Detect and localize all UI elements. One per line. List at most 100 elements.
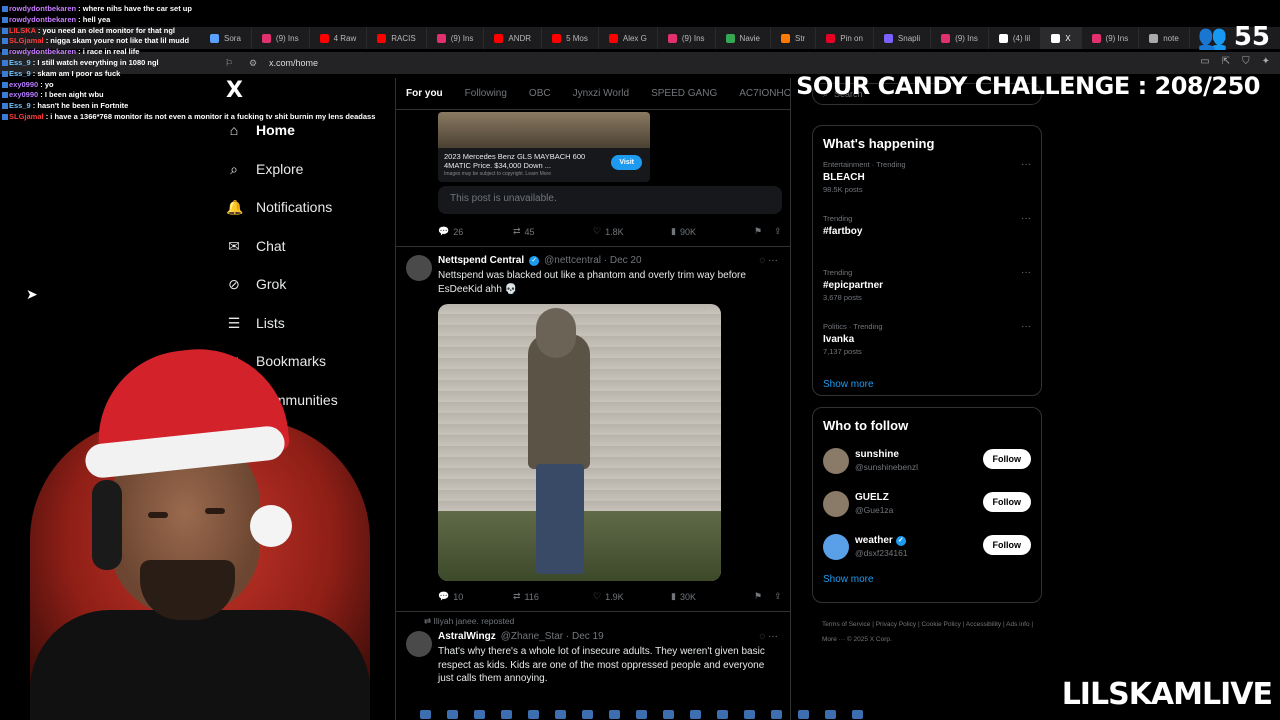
taskbar-app-icon[interactable]: [555, 709, 566, 719]
browser-tab[interactable]: ANDR: [484, 27, 543, 49]
chat-username[interactable]: rowdydontbekaren: [9, 4, 76, 13]
author-name[interactable]: AstralWingz: [438, 631, 496, 642]
ad-visit-button[interactable]: Visit: [611, 155, 642, 170]
chat-username[interactable]: exy0990: [9, 90, 38, 99]
chat-username[interactable]: SLGjamal: [9, 112, 44, 121]
feed-tab[interactable]: SPEED GANG: [651, 88, 717, 99]
taskbar-app-icon[interactable]: [582, 709, 593, 719]
author-handle[interactable]: @nettcentral · Dec 20: [544, 255, 641, 266]
avatar[interactable]: [823, 447, 849, 474]
browser-tab[interactable]: Navie: [716, 27, 771, 49]
share-post-icon[interactable]: ⇪: [774, 226, 782, 237]
avatar[interactable]: [823, 490, 849, 517]
feed-tab[interactable]: Following: [465, 88, 507, 99]
avatar[interactable]: [406, 631, 432, 657]
views-button[interactable]: ▮ 30K: [671, 591, 754, 602]
browser-tab[interactable]: Pin on: [816, 27, 874, 49]
taskbar-app-icon[interactable]: [852, 709, 863, 719]
show-more-link[interactable]: Show more: [813, 568, 1041, 595]
share-icon[interactable]: ⇱: [1222, 56, 1230, 67]
share-post-icon[interactable]: ⇪: [774, 591, 782, 602]
chat-username[interactable]: rowdydontbekaren: [9, 15, 76, 24]
show-more-link[interactable]: Show more: [813, 373, 1041, 400]
more-options-icon[interactable]: ···: [1021, 267, 1031, 278]
feed-tab[interactable]: OBC: [529, 88, 551, 99]
trend-item[interactable]: Entertainment · Trending BLEACH 98.5K post…: [813, 157, 1041, 211]
avatar[interactable]: [823, 533, 849, 560]
author-handle[interactable]: @Zhane_Star · Dec 19: [501, 631, 604, 642]
ad-card[interactable]: 2023 Mercedes Benz GLS MAYBACH 600 4MATI…: [438, 148, 650, 182]
follow-suggestion[interactable]: weather ✓ @dsxf234161 Follow: [813, 525, 1041, 568]
repost-button[interactable]: ⇄ 116: [513, 591, 593, 602]
trend-item[interactable]: Trending #epicpartner 3,678 posts ···: [813, 265, 1041, 319]
follow-suggestion[interactable]: GUELZ @Gue1za Follow: [813, 482, 1041, 525]
shield-icon[interactable]: ⛉: [1242, 56, 1250, 67]
taskbar-app-icon[interactable]: [798, 709, 809, 719]
reply-button[interactable]: 💬 26: [438, 226, 513, 237]
taskbar-app-icon[interactable]: [744, 709, 755, 719]
like-button[interactable]: ♡ 1.9K: [593, 591, 671, 602]
browser-tab[interactable]: Snapli: [874, 27, 932, 49]
feed-tab[interactable]: Jynxzi World: [573, 88, 630, 99]
browser-tab[interactable]: (9) Ins: [658, 27, 716, 49]
chat-username[interactable]: exy0990: [9, 80, 38, 89]
nav-item-chat[interactable]: ✉ Chat: [226, 227, 396, 266]
footer-links[interactable]: Terms of Service | Privacy Policy | Cook…: [822, 617, 1042, 647]
taskbar-app-icon[interactable]: [420, 709, 431, 719]
follow-button[interactable]: Follow: [982, 492, 1031, 512]
follow-button[interactable]: Follow: [982, 535, 1031, 555]
more-options-icon[interactable]: ◌ ···: [759, 631, 778, 642]
browser-tab[interactable]: (9) Ins: [1082, 27, 1140, 49]
nav-item-explore[interactable]: ⌕ Explore: [226, 150, 396, 189]
screen-icon[interactable]: ▭: [1200, 56, 1209, 67]
bookmark-post-icon[interactable]: ⚑: [754, 226, 774, 237]
browser-tab[interactable]: 5 Mos: [542, 27, 599, 49]
trend-item[interactable]: Politics · Trending Ivanka 7,137 posts ···: [813, 319, 1041, 373]
taskbar-app-icon[interactable]: [609, 709, 620, 719]
post-image[interactable]: [438, 304, 721, 581]
browser-tab[interactable]: X: [1041, 27, 1082, 49]
follow-suggestion[interactable]: sunshine @sunshinebenzl Follow: [813, 439, 1041, 482]
like-button[interactable]: ♡ 1.8K: [593, 226, 671, 237]
feed-tab[interactable]: For you: [406, 88, 443, 99]
taskbar-app-icon[interactable]: [447, 709, 458, 719]
more-options-icon[interactable]: ···: [1021, 321, 1031, 332]
chat-username[interactable]: LILSKA: [9, 26, 36, 35]
more-options-icon[interactable]: ···: [1021, 213, 1031, 224]
suggestion-name[interactable]: weather ✓: [855, 535, 908, 546]
browser-tab[interactable]: (4) lil: [989, 27, 1042, 49]
taskbar-app-icon[interactable]: [474, 709, 485, 719]
more-options-icon[interactable]: ···: [1021, 159, 1031, 170]
browser-tab[interactable]: Alex G: [599, 27, 658, 49]
extension-icon[interactable]: ✦: [1262, 56, 1270, 67]
suggestion-name[interactable]: sunshine: [855, 449, 918, 460]
avatar[interactable]: [406, 255, 432, 281]
views-button[interactable]: ▮ 90K: [671, 226, 754, 237]
chat-username[interactable]: SLGjamal: [9, 36, 44, 45]
nav-item-notifications[interactable]: 🔔 Notifications: [226, 188, 396, 227]
nav-item-grok[interactable]: ⊘ Grok: [226, 265, 396, 304]
taskbar-app-icon[interactable]: [663, 709, 674, 719]
browser-tab[interactable]: (9) Ins: [931, 27, 989, 49]
taskbar-app-icon[interactable]: [825, 709, 836, 719]
taskbar-app-icon[interactable]: [501, 709, 512, 719]
taskbar-app-icon[interactable]: [636, 709, 647, 719]
author-name[interactable]: Nettspend Central: [438, 255, 524, 266]
suggestion-name[interactable]: GUELZ: [855, 492, 893, 503]
reply-button[interactable]: 💬 10: [438, 591, 513, 602]
repost-button[interactable]: ⇄ 45: [513, 226, 593, 237]
ad-image[interactable]: [438, 112, 650, 148]
bookmark-post-icon[interactable]: ⚑: [754, 591, 774, 602]
browser-tab[interactable]: note: [1139, 27, 1190, 49]
taskbar-app-icon[interactable]: [528, 709, 539, 719]
nav-item-lists[interactable]: ☰ Lists: [226, 304, 396, 343]
chat-username[interactable]: Ess_9: [9, 101, 31, 110]
trend-item[interactable]: Trending #fartboy ···: [813, 211, 1041, 265]
chat-username[interactable]: Ess_9: [9, 69, 31, 78]
chat-username[interactable]: Ess_9: [9, 58, 31, 67]
more-options-icon[interactable]: ◌ ···: [759, 255, 778, 266]
follow-button[interactable]: Follow: [982, 449, 1031, 469]
browser-tab[interactable]: (9) Ins: [427, 27, 485, 49]
browser-tab[interactable]: Str: [771, 27, 817, 49]
chat-username[interactable]: rowdydontbekaren: [9, 47, 76, 56]
